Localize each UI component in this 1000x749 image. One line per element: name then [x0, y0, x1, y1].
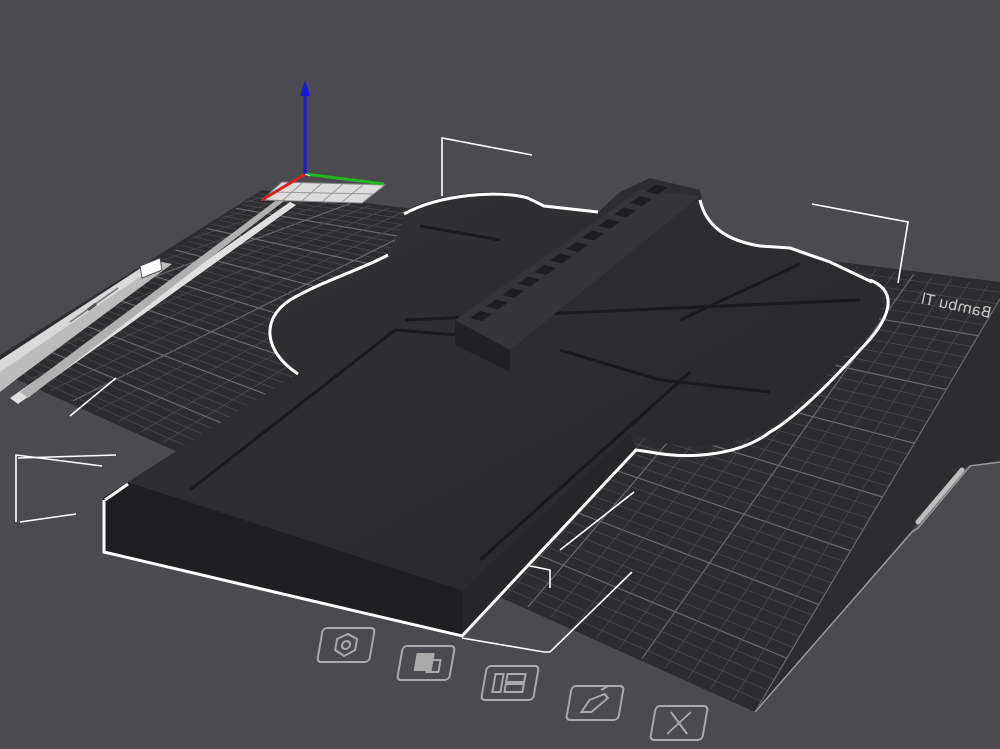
- axis-gizmo[interactable]: [261, 80, 385, 202]
- 3d-viewport[interactable]: Bambu Tl: [0, 0, 1000, 749]
- arrange-icon[interactable]: [396, 645, 456, 681]
- edit-icon[interactable]: [565, 685, 625, 721]
- orient-icon[interactable]: [316, 627, 376, 663]
- delete-icon[interactable]: [649, 705, 709, 741]
- z-axis-arrow: [300, 80, 310, 96]
- layout-icon[interactable]: [480, 665, 540, 701]
- y-axis: [304, 172, 385, 186]
- origin-marker: [260, 181, 387, 204]
